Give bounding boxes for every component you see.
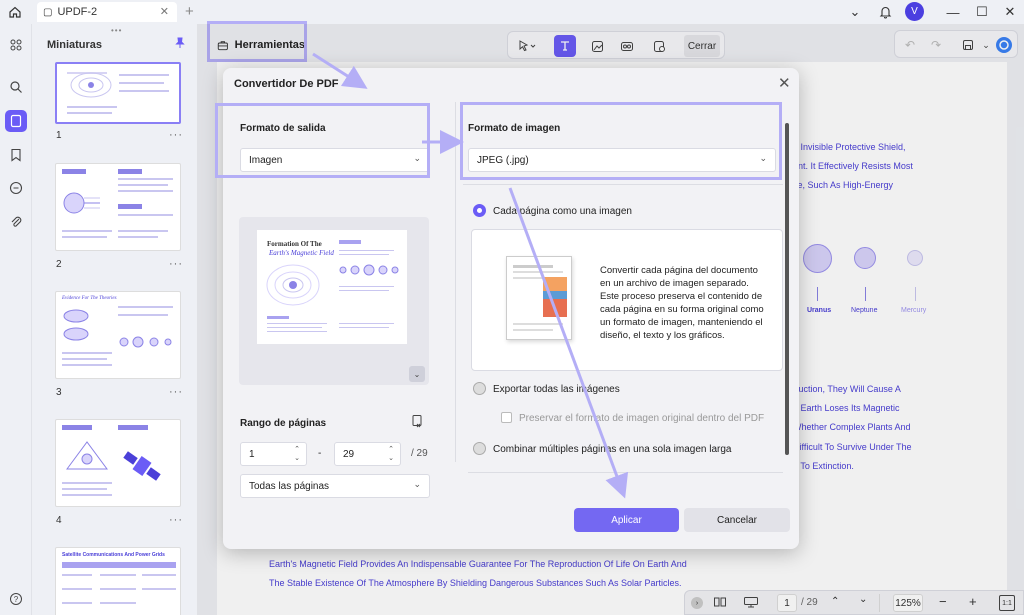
arrow-to-dialog xyxy=(312,52,368,89)
tutorial-arrows xyxy=(312,52,629,499)
arrow-to-apply xyxy=(508,187,629,499)
